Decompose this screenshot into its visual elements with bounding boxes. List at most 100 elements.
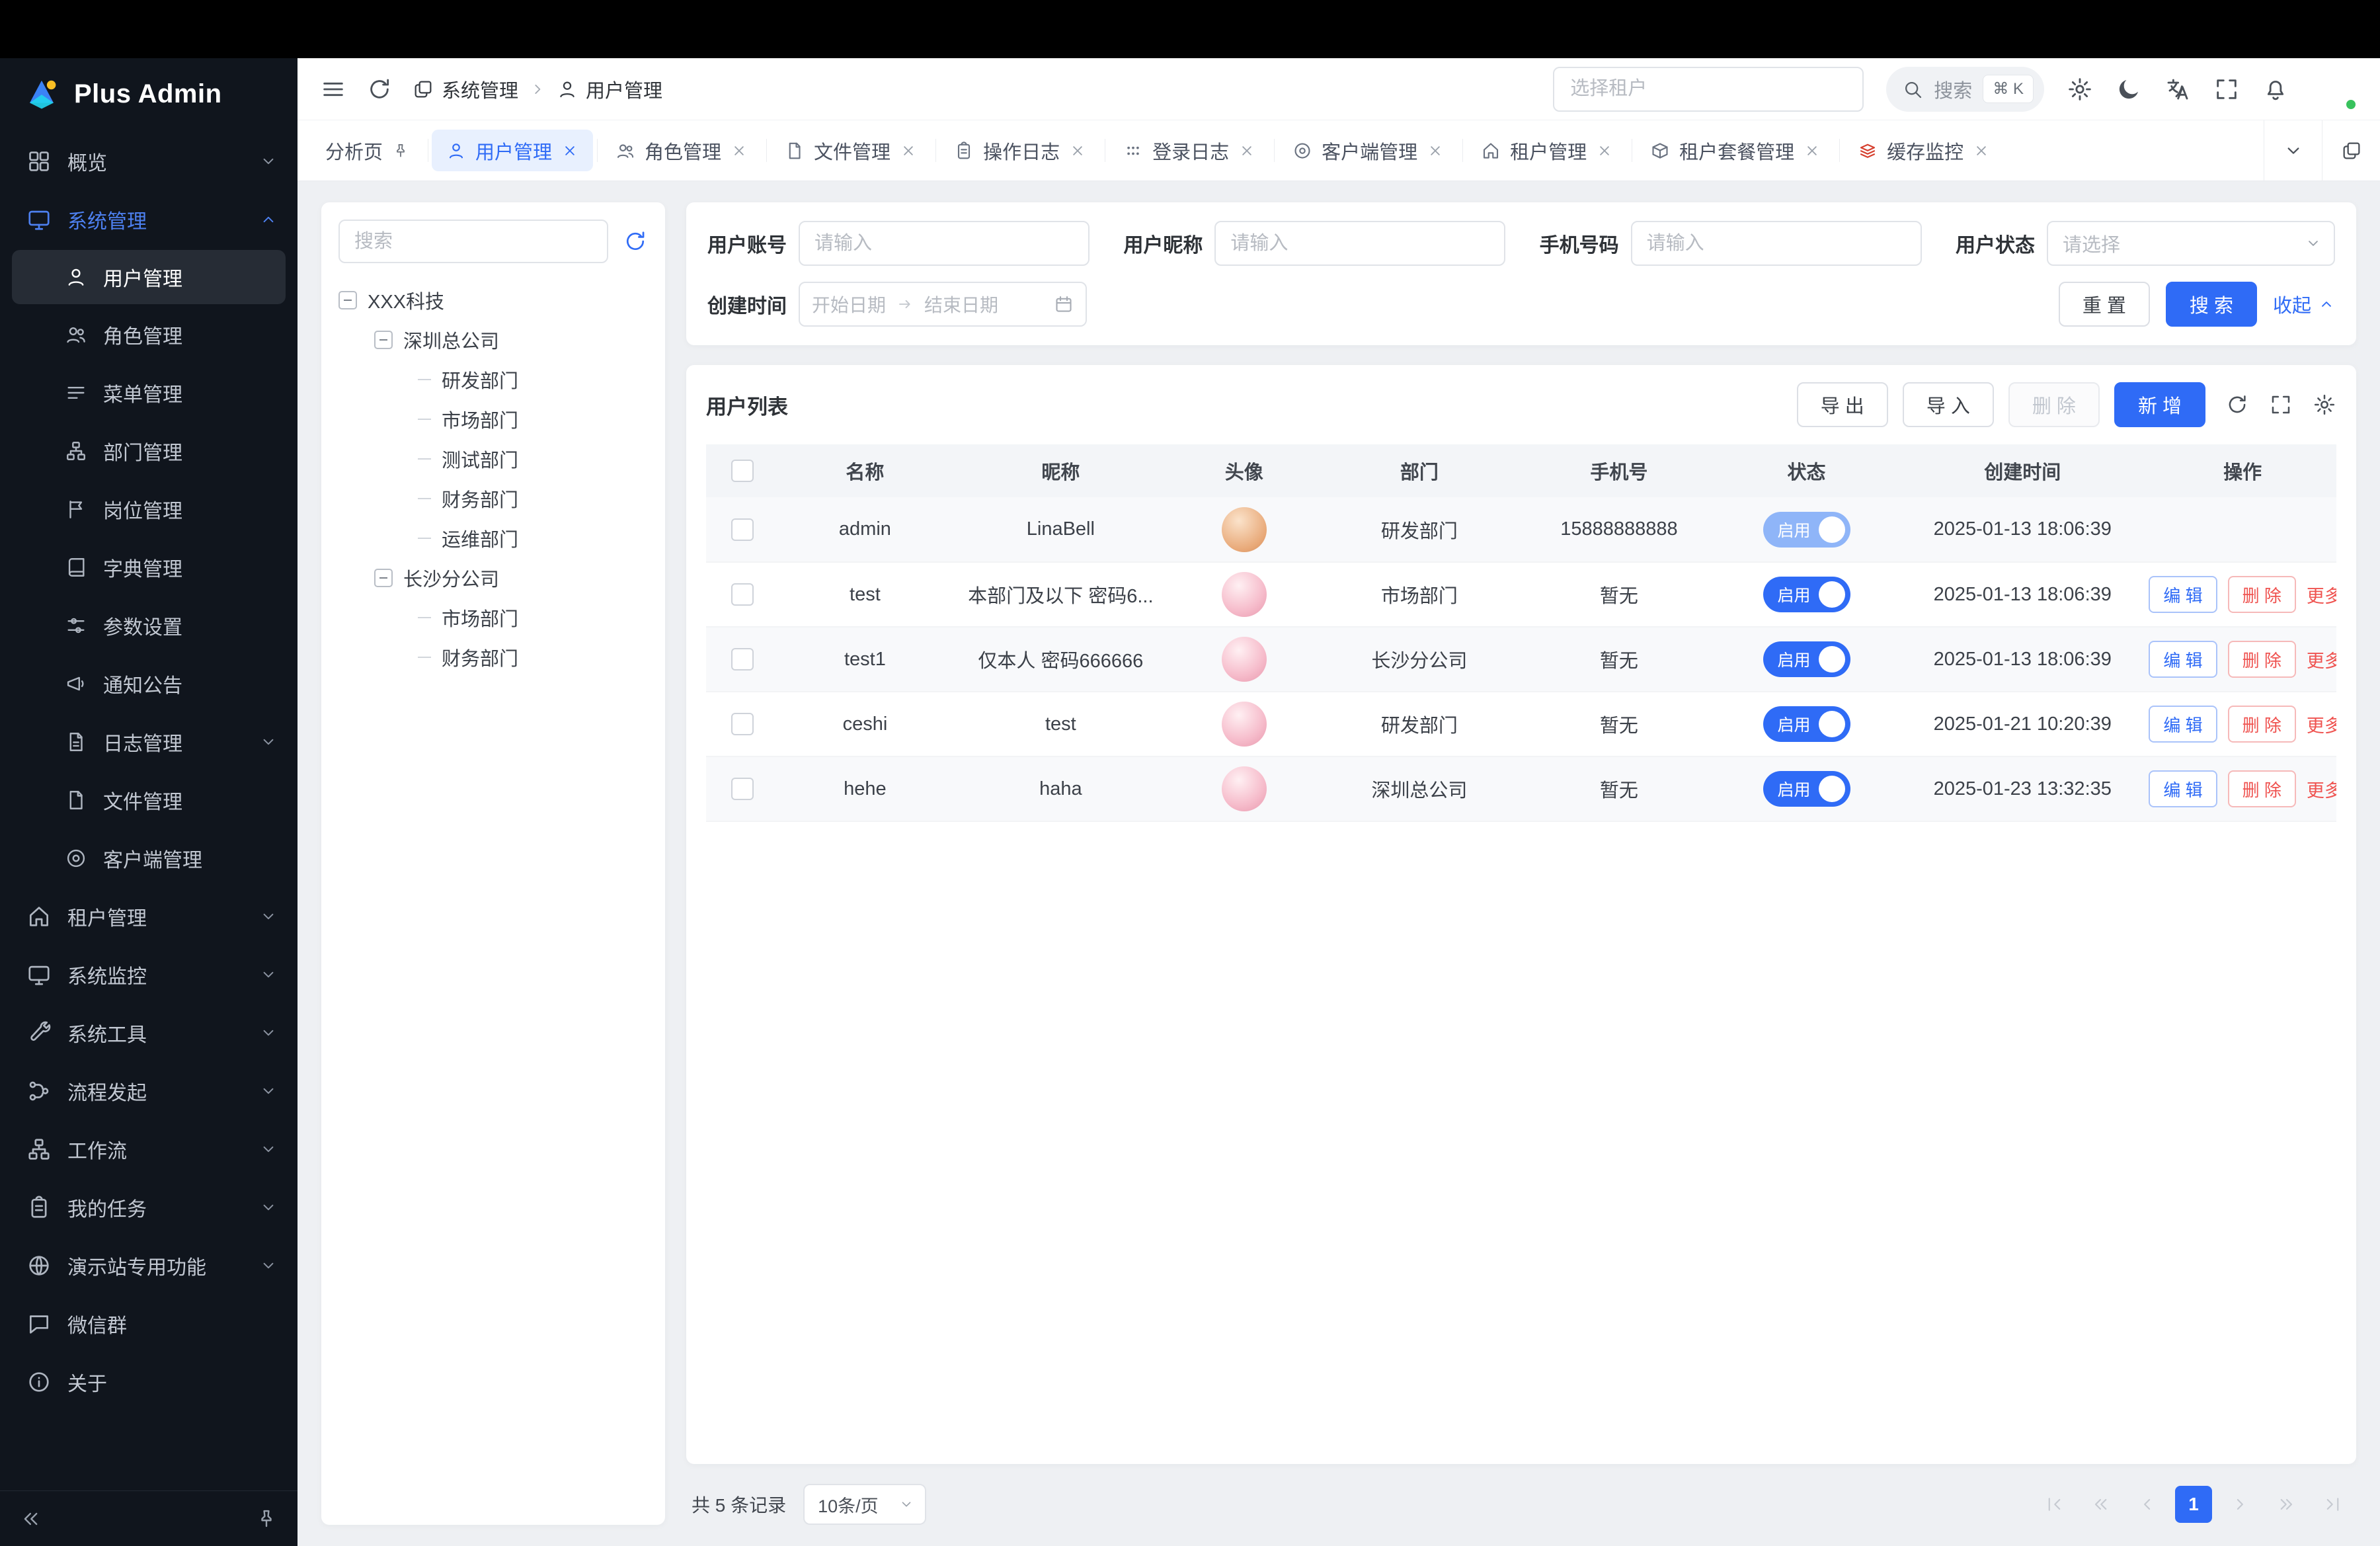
tab-close-icon[interactable] [561, 142, 578, 159]
delete-row-button[interactable]: 删 除 [2228, 576, 2296, 613]
edit-button[interactable]: 编 辑 [2149, 576, 2217, 613]
phone-input[interactable] [1631, 221, 1922, 266]
collapse-sidebar-icon[interactable] [20, 1508, 42, 1530]
status-toggle[interactable]: 启用 [1763, 706, 1850, 742]
sidebar-item[interactable]: 客户端管理 [0, 829, 298, 887]
select-all-checkbox[interactable] [731, 460, 754, 482]
tab[interactable]: 登录日志 [1105, 120, 1274, 181]
tab[interactable]: 租户管理 [1462, 120, 1632, 181]
sidebar-item[interactable]: 文件管理 [0, 771, 298, 829]
tab-close-icon[interactable] [731, 142, 748, 159]
tab[interactable]: 分析页 [307, 120, 428, 181]
column-settings-icon[interactable] [2313, 393, 2336, 417]
tab[interactable]: 租户套餐管理 [1632, 120, 1839, 181]
refresh-page-button[interactable] [366, 76, 393, 102]
tab[interactable]: 操作日志 [935, 120, 1105, 181]
prev-5-pages-button[interactable] [2082, 1486, 2120, 1523]
tree-node[interactable]: 市场部门 [338, 598, 648, 637]
delete-row-button[interactable]: 删 除 [2228, 641, 2296, 678]
tab-close-icon[interactable] [1238, 142, 1255, 159]
tab[interactable]: 角色管理 [597, 120, 766, 181]
sidebar-item[interactable]: 租户管理 [0, 887, 298, 946]
tree-node[interactable]: 深圳总公司 [338, 320, 648, 360]
last-page-button[interactable] [2314, 1486, 2351, 1523]
edit-button[interactable]: 编 辑 [2149, 641, 2217, 678]
sidebar-item[interactable]: 通知公告 [0, 655, 298, 713]
hamburger-button[interactable] [320, 76, 346, 102]
tree-node[interactable]: 测试部门 [338, 439, 648, 479]
global-search[interactable]: 搜索 ⌘ K [1886, 67, 2044, 112]
sidebar-item[interactable]: 参数设置 [0, 596, 298, 655]
date-range-picker[interactable]: 开始日期 结束日期 [799, 282, 1087, 327]
sidebar-item[interactable]: 系统工具 [0, 1004, 298, 1062]
tab-close-icon[interactable] [1804, 142, 1821, 159]
row-checkbox[interactable] [731, 583, 754, 606]
sidebar-item[interactable]: 演示站专用功能 [0, 1237, 298, 1295]
edit-button[interactable]: 编 辑 [2149, 770, 2217, 807]
tabs-dropdown-button[interactable] [2264, 120, 2322, 181]
breadcrumb-item-users[interactable]: 用户管理 [557, 75, 662, 103]
pin-sidebar-icon[interactable] [255, 1508, 278, 1530]
tree-node[interactable]: 研发部门 [338, 360, 648, 399]
logo[interactable]: Plus Admin [0, 58, 298, 130]
tenant-select-input[interactable] [1553, 67, 1864, 112]
settings-button[interactable] [2067, 76, 2093, 102]
sidebar-item[interactable]: 部门管理 [0, 422, 298, 480]
refresh-table-icon[interactable] [2225, 393, 2249, 417]
collapse-box-icon[interactable] [338, 291, 357, 309]
sidebar-item[interactable]: 菜单管理 [0, 364, 298, 422]
tab[interactable]: 用户管理 [428, 120, 597, 181]
delete-button[interactable]: 删 除 [2008, 382, 2100, 427]
next-page-button[interactable] [2221, 1486, 2258, 1523]
tree-node[interactable]: 财务部门 [338, 637, 648, 677]
collapse-box-icon[interactable] [374, 569, 393, 587]
sidebar-item[interactable]: 流程发起 [0, 1062, 298, 1120]
add-button[interactable]: 新 增 [2114, 382, 2205, 427]
status-select[interactable]: 请选择 [2047, 221, 2335, 266]
status-toggle[interactable]: 启用 [1763, 577, 1850, 612]
page-number[interactable]: 1 [2175, 1486, 2212, 1523]
reset-button[interactable]: 重 置 [2059, 282, 2150, 327]
account-input[interactable] [799, 221, 1090, 266]
sidebar-item[interactable]: 岗位管理 [0, 480, 298, 538]
sidebar-item[interactable]: 关于 [0, 1353, 298, 1411]
tree-node[interactable]: 市场部门 [338, 399, 648, 439]
collapse-box-icon[interactable] [374, 331, 393, 349]
tab-close-icon[interactable] [1596, 142, 1613, 159]
tab-close-icon[interactable] [1427, 142, 1444, 159]
layout-toggle-button[interactable] [2322, 120, 2380, 181]
per-page-select[interactable]: 10条/页 [803, 1484, 926, 1525]
dark-mode-button[interactable] [2116, 76, 2142, 102]
export-button[interactable]: 导 出 [1797, 382, 1888, 427]
tree-search-input[interactable] [338, 220, 608, 263]
breadcrumb-item-system[interactable]: 系统管理 [413, 75, 518, 103]
tree-node[interactable]: 财务部门 [338, 479, 648, 518]
sidebar-item[interactable]: 系统管理 [0, 190, 298, 249]
row-checkbox[interactable] [731, 713, 754, 735]
nickname-input[interactable] [1214, 221, 1505, 266]
fullscreen-table-icon[interactable] [2269, 393, 2293, 417]
more-link[interactable]: 更多 [2307, 712, 2336, 737]
tab[interactable]: 客户端管理 [1274, 120, 1462, 181]
notifications-button[interactable] [2262, 76, 2289, 102]
prev-page-button[interactable] [2129, 1486, 2166, 1523]
more-link[interactable]: 更多 [2307, 776, 2336, 802]
more-link[interactable]: 更多 [2307, 582, 2336, 608]
tree-node[interactable]: 长沙分公司 [338, 558, 648, 598]
search-button[interactable]: 搜 索 [2166, 282, 2257, 327]
status-toggle[interactable]: 启用 [1763, 641, 1850, 677]
tab-close-icon[interactable] [1069, 142, 1086, 159]
tree-refresh-icon[interactable] [623, 229, 648, 254]
sidebar-item[interactable]: 角色管理 [0, 305, 298, 364]
next-5-pages-button[interactable] [2268, 1486, 2305, 1523]
import-button[interactable]: 导 入 [1903, 382, 1994, 427]
delete-row-button[interactable]: 删 除 [2228, 770, 2296, 807]
sidebar-item[interactable]: 日志管理 [0, 713, 298, 771]
sidebar-item[interactable]: 概览 [0, 132, 298, 190]
sidebar-item[interactable]: 微信群 [0, 1295, 298, 1353]
status-toggle[interactable]: 启用 [1763, 512, 1850, 548]
sidebar-item[interactable]: 用户管理 [12, 250, 286, 304]
tab-close-icon[interactable] [900, 142, 917, 159]
collapse-filters-link[interactable]: 收起 [2273, 290, 2335, 318]
status-toggle[interactable]: 启用 [1763, 771, 1850, 807]
